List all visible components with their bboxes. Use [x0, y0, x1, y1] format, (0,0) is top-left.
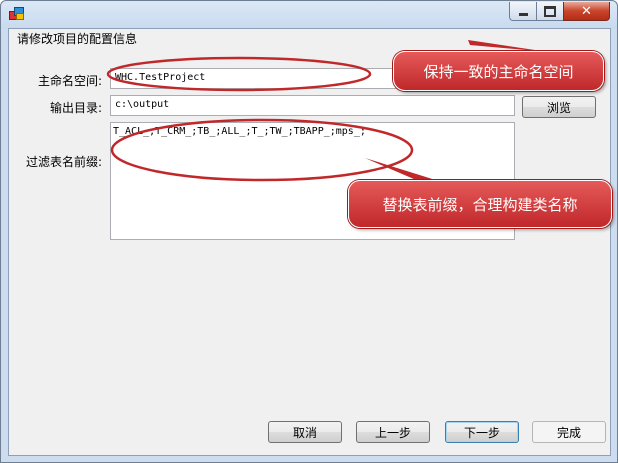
namespace-callout: 保持一致的主命名空间 [393, 51, 604, 91]
prefix-callout: 替换表前缀，合理构建类名称 [348, 180, 612, 228]
namespace-highlight-ellipse [106, 56, 372, 92]
prefix-highlight-ellipse [110, 118, 414, 182]
